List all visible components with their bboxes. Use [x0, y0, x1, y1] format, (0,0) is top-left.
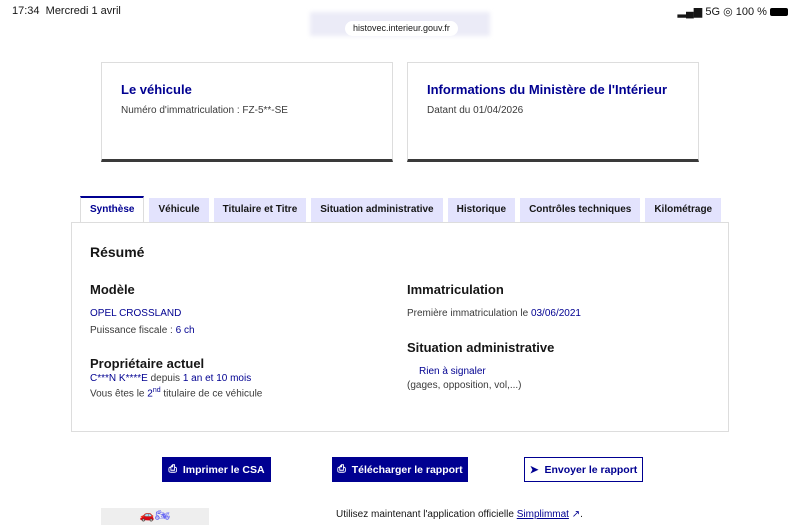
- footer-text: Utilisez maintenant l'application offici…: [336, 509, 583, 520]
- tab-titulaire[interactable]: Titulaire et Titre: [213, 198, 307, 222]
- footer-label: Utilisez maintenant l'application offici…: [336, 509, 517, 520]
- time: 17:34: [12, 5, 40, 17]
- admin-note: (gages, opposition, vol,...): [407, 380, 522, 391]
- tab-situation[interactable]: Situation administrative: [311, 198, 443, 222]
- rank-post: titulaire de ce véhicule: [160, 388, 263, 400]
- since-label: depuis: [147, 373, 183, 384]
- printer-icon: ⎙: [168, 463, 177, 475]
- rank-pre: Vous êtes le: [90, 388, 148, 400]
- network: 5G: [705, 6, 721, 18]
- vehicle-card: Le véhicule Numéro d'immatriculation : FZ…: [101, 62, 393, 162]
- immat-heading: Immatriculation: [407, 282, 504, 297]
- power-label: Puissance fiscale :: [90, 325, 176, 336]
- tab-kilometrage[interactable]: Kilométrage: [645, 198, 722, 222]
- date: Mercredi 1 avril: [45, 5, 121, 17]
- vehicles-illustration: 🚗🏍: [101, 508, 209, 525]
- card-text: Datant du 01/04/2026: [427, 105, 524, 116]
- print-csa-button[interactable]: ⎙ Imprimer le CSA: [162, 457, 271, 482]
- tabs: Synthèse Véhicule Titulaire et Titre Sit…: [80, 196, 722, 222]
- simplimmat-link[interactable]: Simplimmat: [517, 509, 569, 520]
- battery-level: 100 %: [735, 6, 767, 18]
- printer-icon: ⎙: [337, 463, 346, 475]
- owner-name: C***N K****E: [90, 373, 148, 384]
- owner-heading: Propriétaire actuel: [90, 356, 205, 371]
- immat-date: 03/06/2021: [530, 308, 581, 319]
- send-report-button[interactable]: ➤ Envoyer le rapport: [524, 457, 643, 482]
- button-label: Télécharger le rapport: [351, 463, 463, 476]
- admin-status: Rien à signaler: [419, 366, 486, 377]
- external-link-icon: ↗: [571, 509, 581, 520]
- tab-controles[interactable]: Contrôles techniques: [520, 198, 641, 222]
- summary-title: Résumé: [90, 244, 145, 260]
- model-heading: Modèle: [90, 282, 135, 297]
- url-bar[interactable]: histovec.interieur.gouv.fr: [345, 21, 458, 36]
- power-value: 6 ch: [175, 325, 195, 336]
- battery-icon: [770, 8, 788, 17]
- owner-duration: 1 an et 10 mois: [182, 373, 252, 384]
- admin-heading: Situation administrative: [407, 340, 555, 355]
- ministry-card: Informations du Ministère de l'Intérieur…: [407, 62, 699, 162]
- tab-historique[interactable]: Historique: [447, 198, 516, 222]
- model-value: OPEL CROSSLAND: [90, 308, 182, 319]
- signal-icon: ▂▄▆: [677, 6, 703, 18]
- card-title: Informations du Ministère de l'Intérieur: [427, 82, 668, 97]
- button-label: Imprimer le CSA: [182, 463, 265, 476]
- rank-sup: nd: [152, 387, 161, 394]
- send-icon: ➤: [529, 463, 539, 476]
- download-report-button[interactable]: ⎙ Télécharger le rapport: [332, 457, 468, 482]
- immat-label: Première immatriculation le: [407, 308, 531, 319]
- tab-synthese[interactable]: Synthèse: [80, 196, 145, 222]
- button-label: Envoyer le rapport: [544, 463, 638, 476]
- card-text: Numéro d'immatriculation : FZ-5**-SE: [121, 105, 288, 116]
- card-title: Le véhicule: [121, 82, 192, 97]
- tab-vehicule[interactable]: Véhicule: [149, 198, 209, 222]
